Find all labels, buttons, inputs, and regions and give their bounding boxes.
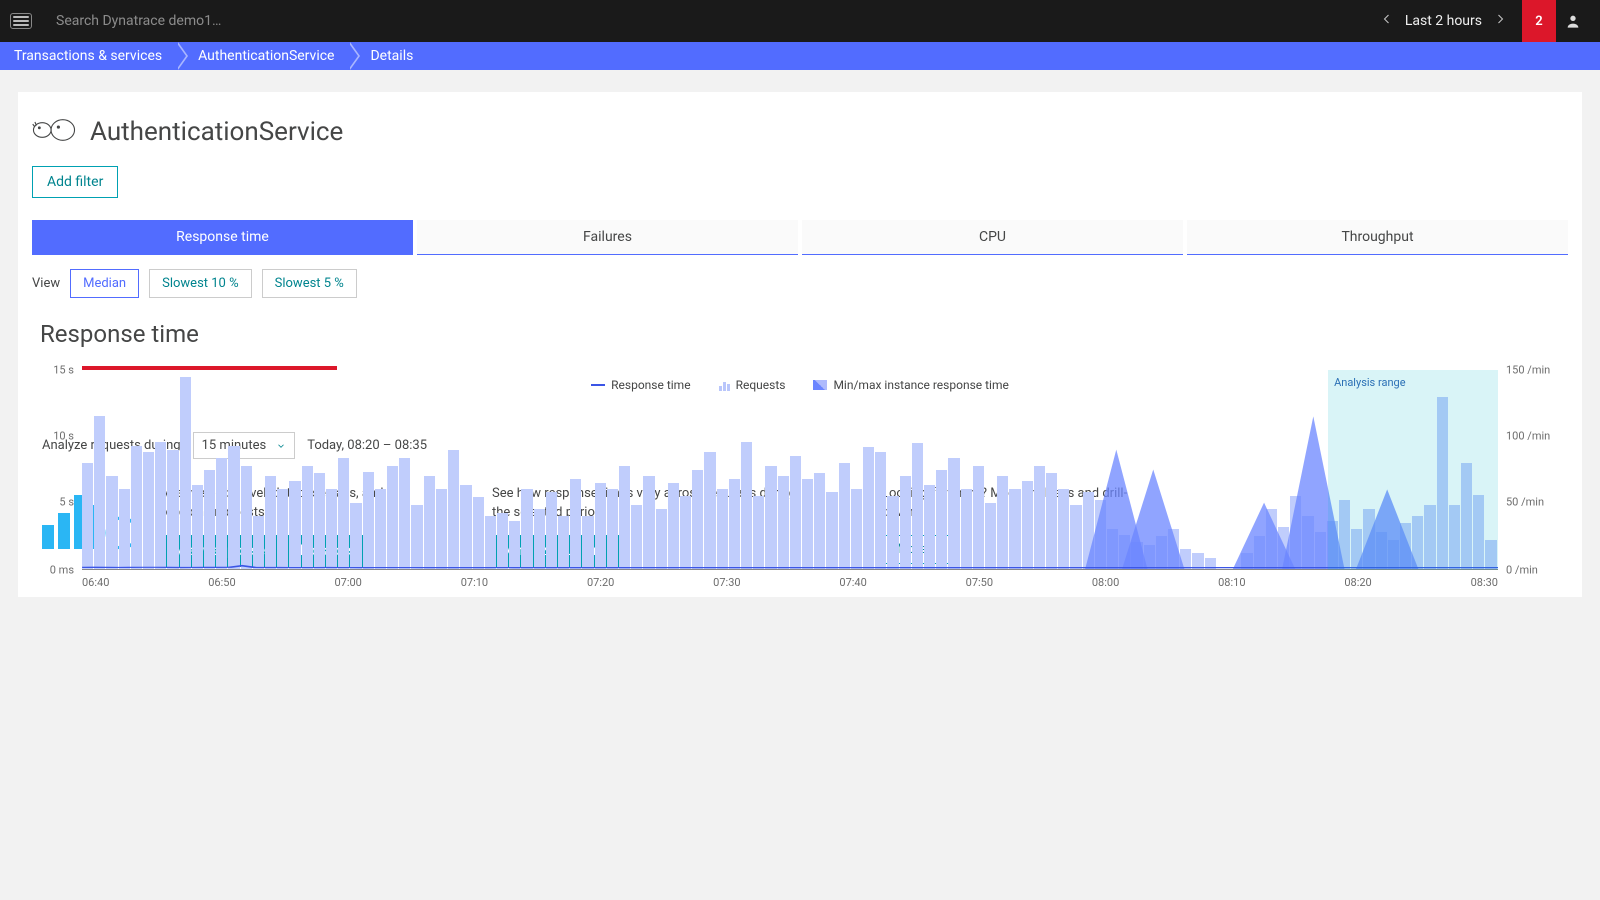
tab-response-time[interactable]: Response time — [32, 220, 413, 255]
time-next-icon[interactable] — [1494, 13, 1506, 29]
y-axis-right: 150 /min 100 /min 50 /min 0 /min — [1504, 370, 1568, 570]
view-slowest10[interactable]: Slowest 10 % — [149, 269, 252, 298]
problem-marker — [82, 366, 337, 370]
service-icon — [32, 114, 76, 150]
user-menu-icon[interactable] — [1556, 13, 1590, 29]
breadcrumb: Transactions & services AuthenticationSe… — [0, 42, 1600, 70]
view-slowest5[interactable]: Slowest 5 % — [262, 269, 357, 298]
search-input[interactable]: Search Dynatrace demo1… — [56, 13, 221, 29]
problems-indicator[interactable]: 2 — [1522, 0, 1556, 42]
response-time-chart[interactable]: Analysis range — [82, 370, 1498, 570]
view-label: View — [32, 276, 60, 291]
tab-cpu[interactable]: CPU — [802, 220, 1183, 255]
view-median[interactable]: Median — [70, 269, 139, 298]
breadcrumb-item[interactable]: Transactions & services — [0, 42, 176, 70]
y-axis-left: 15 s 10 s 5 s 0 ms — [32, 370, 76, 570]
add-filter-button[interactable]: Add filter — [32, 166, 118, 198]
app-menu-icon[interactable] — [10, 13, 32, 29]
page-title: AuthenticationService — [90, 117, 343, 147]
chart-title: Response time — [40, 320, 1568, 348]
timeframe-selector[interactable]: Last 2 hours — [1405, 13, 1482, 29]
tab-failures[interactable]: Failures — [417, 220, 798, 255]
time-prev-icon[interactable] — [1381, 13, 1393, 29]
x-axis: 06:4006:5007:0007:1007:2007:3007:4007:50… — [82, 576, 1498, 589]
analysis-range[interactable]: Analysis range — [1328, 370, 1498, 570]
breadcrumb-item[interactable]: AuthenticationService — [176, 42, 348, 70]
tab-throughput[interactable]: Throughput — [1187, 220, 1568, 255]
